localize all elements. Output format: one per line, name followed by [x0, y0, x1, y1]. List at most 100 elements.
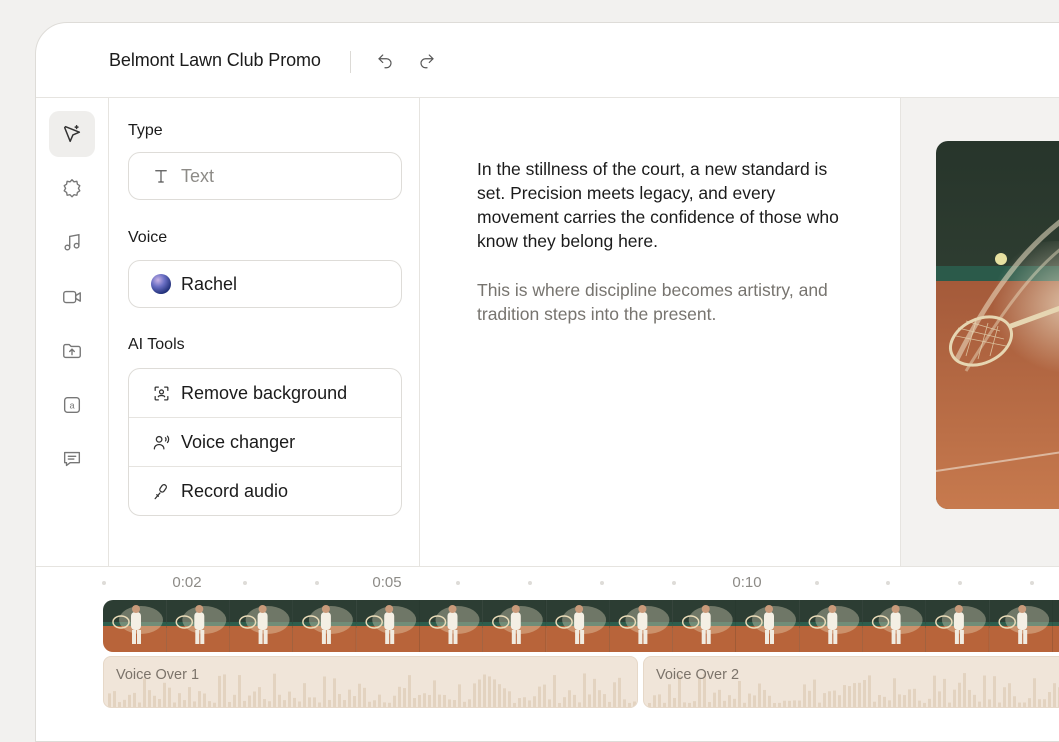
waveform-bar [988, 699, 991, 708]
ruler-tick [958, 581, 962, 585]
waveform-bar [823, 693, 826, 708]
waveform-bar [183, 700, 186, 708]
waveform-bar [698, 679, 701, 708]
waveform-bar [818, 703, 821, 708]
video-frame [989, 600, 1052, 652]
ruler-tick [672, 581, 676, 585]
tool-record-audio[interactable]: Record audio [129, 467, 401, 516]
undo-icon [376, 52, 394, 70]
waveform-bar [333, 678, 336, 708]
waveform-bar [723, 701, 726, 708]
script-paragraph-1[interactable]: In the stillness of the court, a new sta… [477, 157, 857, 253]
tool-remove-background[interactable]: Remove background [129, 369, 401, 418]
waveform-bar [998, 703, 1001, 708]
waveform-bar [668, 684, 671, 708]
waveform-bar [923, 703, 926, 708]
waveform-bar [163, 683, 166, 708]
waveform-bar [568, 690, 571, 708]
music-note-icon [61, 231, 83, 253]
waveform-bar [518, 698, 521, 708]
audio-clip-voice-over-1[interactable]: Voice Over 1 [103, 656, 638, 708]
undo-button[interactable] [374, 50, 396, 72]
tool-voice-changer[interactable]: Voice changer [129, 418, 401, 467]
waveform-bar [798, 701, 801, 708]
redo-button[interactable] [416, 50, 438, 72]
audio-clip-voice-over-2[interactable]: Voice Over 2 [643, 656, 1059, 708]
ruler-tick [456, 581, 460, 585]
waveform-bar [373, 700, 376, 708]
waveform-bar [1028, 698, 1031, 708]
waveform-bar [263, 699, 266, 708]
waveform-bar [783, 701, 786, 708]
waveform-bar [933, 676, 936, 708]
voice-select[interactable]: Rachel [128, 260, 402, 308]
rail-item-text[interactable]: a [49, 382, 95, 428]
script-paragraph-2[interactable]: This is where discipline becomes artistr… [477, 278, 857, 326]
ruler-tick [243, 581, 247, 585]
waveform-bar [123, 700, 126, 708]
ruler-tick [528, 581, 532, 585]
video-frame [863, 600, 926, 652]
waveform-bar [623, 699, 626, 708]
rail-item-music[interactable] [49, 219, 95, 265]
waveform-bar [688, 703, 691, 708]
waveform-bar [393, 696, 396, 708]
waveform-bar [548, 699, 551, 708]
type-select[interactable]: Text [128, 152, 402, 200]
waveform-bar [1033, 678, 1036, 708]
rail-item-ai[interactable] [49, 111, 95, 157]
ruler-tick [886, 581, 890, 585]
waveform-bar [793, 700, 796, 708]
rail-item-elements[interactable] [49, 165, 95, 211]
waveform-bar [828, 691, 831, 708]
waveform-bar [438, 695, 441, 708]
waveform-bar [343, 700, 346, 708]
video-track[interactable] [103, 600, 1059, 652]
voice-value: Rachel [181, 274, 237, 295]
video-frame [166, 600, 229, 652]
message-icon [61, 448, 83, 470]
video-preview[interactable] [936, 141, 1059, 509]
waveform-bar [598, 690, 601, 708]
video-frame [546, 600, 609, 652]
ruler-marker: 0:05 [372, 574, 401, 591]
waveform-bar [763, 690, 766, 708]
video-camera-icon [61, 286, 83, 308]
rail-item-captions[interactable] [49, 436, 95, 482]
waveform-bar [233, 695, 236, 708]
waveform-bar [813, 680, 816, 708]
waveform-bar [178, 693, 181, 708]
waveform-bar [378, 695, 381, 708]
waveform-bar [278, 695, 281, 708]
waveform-bar [328, 700, 331, 708]
waveform-bar [308, 697, 311, 708]
editor-window: Belmont Lawn Club Promo [35, 22, 1059, 742]
project-title[interactable]: Belmont Lawn Club Promo [109, 50, 321, 71]
ruler-tick [1030, 581, 1034, 585]
waveform-bar [353, 696, 356, 708]
waveform-bar [888, 700, 891, 708]
waveform-bar [948, 703, 951, 708]
settings-panel: Type Text Voice Rachel AI Tools Remove b… [109, 98, 420, 568]
voice-label: Voice [128, 229, 167, 247]
waveform-bar [983, 676, 986, 708]
waveform-bar [853, 683, 856, 708]
waveform-bar [838, 695, 841, 708]
rail-item-video[interactable] [49, 274, 95, 320]
remove-background-icon [150, 382, 172, 404]
waveform-bar [943, 679, 946, 708]
video-frame [799, 600, 862, 652]
waveform-bar [443, 695, 446, 708]
waveform-bar [523, 697, 526, 708]
waveform-bar [753, 695, 756, 708]
script-editor[interactable]: In the stillness of the court, a new sta… [477, 157, 857, 351]
ruler-tick [102, 581, 106, 585]
waveform-bar [468, 699, 471, 708]
waveform-bar [303, 683, 306, 708]
waveform-bar [203, 694, 206, 708]
header-bar: Belmont Lawn Club Promo [36, 23, 1059, 98]
waveform-bar [863, 680, 866, 708]
waveform-bar [583, 673, 586, 708]
rail-item-upload[interactable] [49, 328, 95, 374]
waveform-bar [543, 685, 546, 708]
